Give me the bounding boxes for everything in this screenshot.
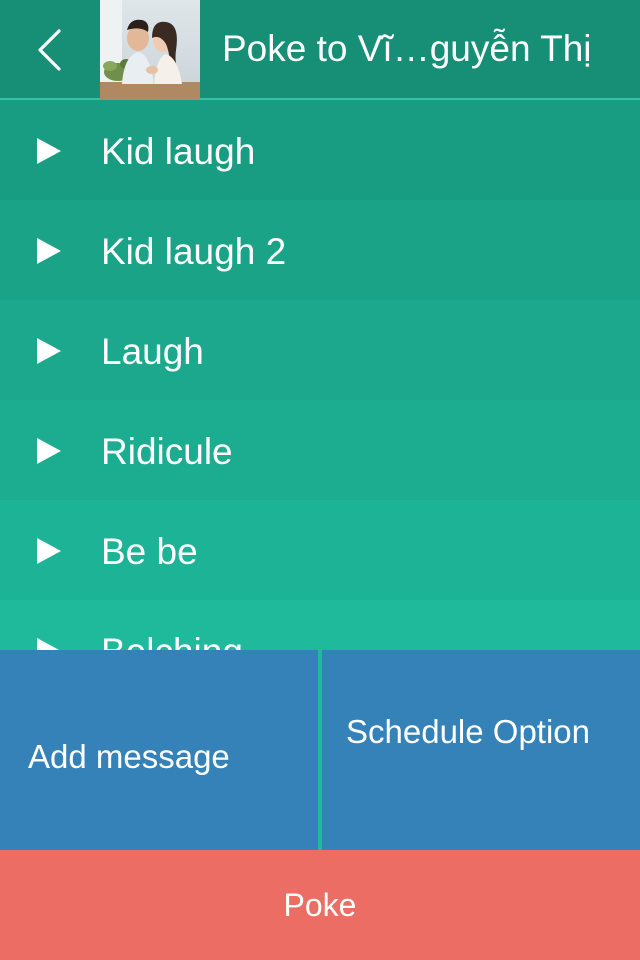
avatar[interactable] [100,0,200,100]
play-icon[interactable] [37,338,61,364]
add-message-label: Add message [28,738,230,775]
sound-label: Laugh [101,331,204,372]
play-icon[interactable] [37,638,61,650]
sound-list: Kid laugh Kid laugh 2 Laugh Ridicule Be be Be… [0,100,640,650]
header-bar: Poke to Vĩ…guyễn Thị [0,0,640,100]
play-icon[interactable] [37,138,61,164]
back-button[interactable] [0,0,100,100]
sound-label: Be be [101,531,198,572]
play-icon[interactable] [37,538,61,564]
sound-item[interactable]: Belching [0,600,640,650]
add-message-button[interactable]: Add message [0,650,318,850]
sound-item[interactable]: Kid laugh [0,100,640,200]
page-title: Poke to Vĩ…guyễn Thị [222,28,592,69]
contact-photo [100,0,200,100]
play-icon[interactable] [37,438,61,464]
sound-item[interactable]: Ridicule [0,400,640,500]
app-screen: Poke to Vĩ…guyễn Thị Kid laugh Kid laugh … [0,0,640,960]
sound-item[interactable]: Laugh [0,300,640,400]
sound-item[interactable]: Be be [0,500,640,600]
sound-item[interactable]: Kid laugh 2 [0,200,640,300]
action-panel: Add message Schedule Option [0,650,640,850]
chevron-left-icon [38,29,61,71]
sound-label: Kid laugh 2 [101,231,287,272]
sound-label: Kid laugh [101,131,256,172]
schedule-option-button[interactable]: Schedule Option [322,650,640,850]
play-icon[interactable] [37,238,61,264]
schedule-option-label: Schedule Option [346,713,591,750]
sound-label: Belching [101,600,243,650]
sound-label: Ridicule [101,431,233,472]
poke-button[interactable]: Poke [0,850,640,960]
